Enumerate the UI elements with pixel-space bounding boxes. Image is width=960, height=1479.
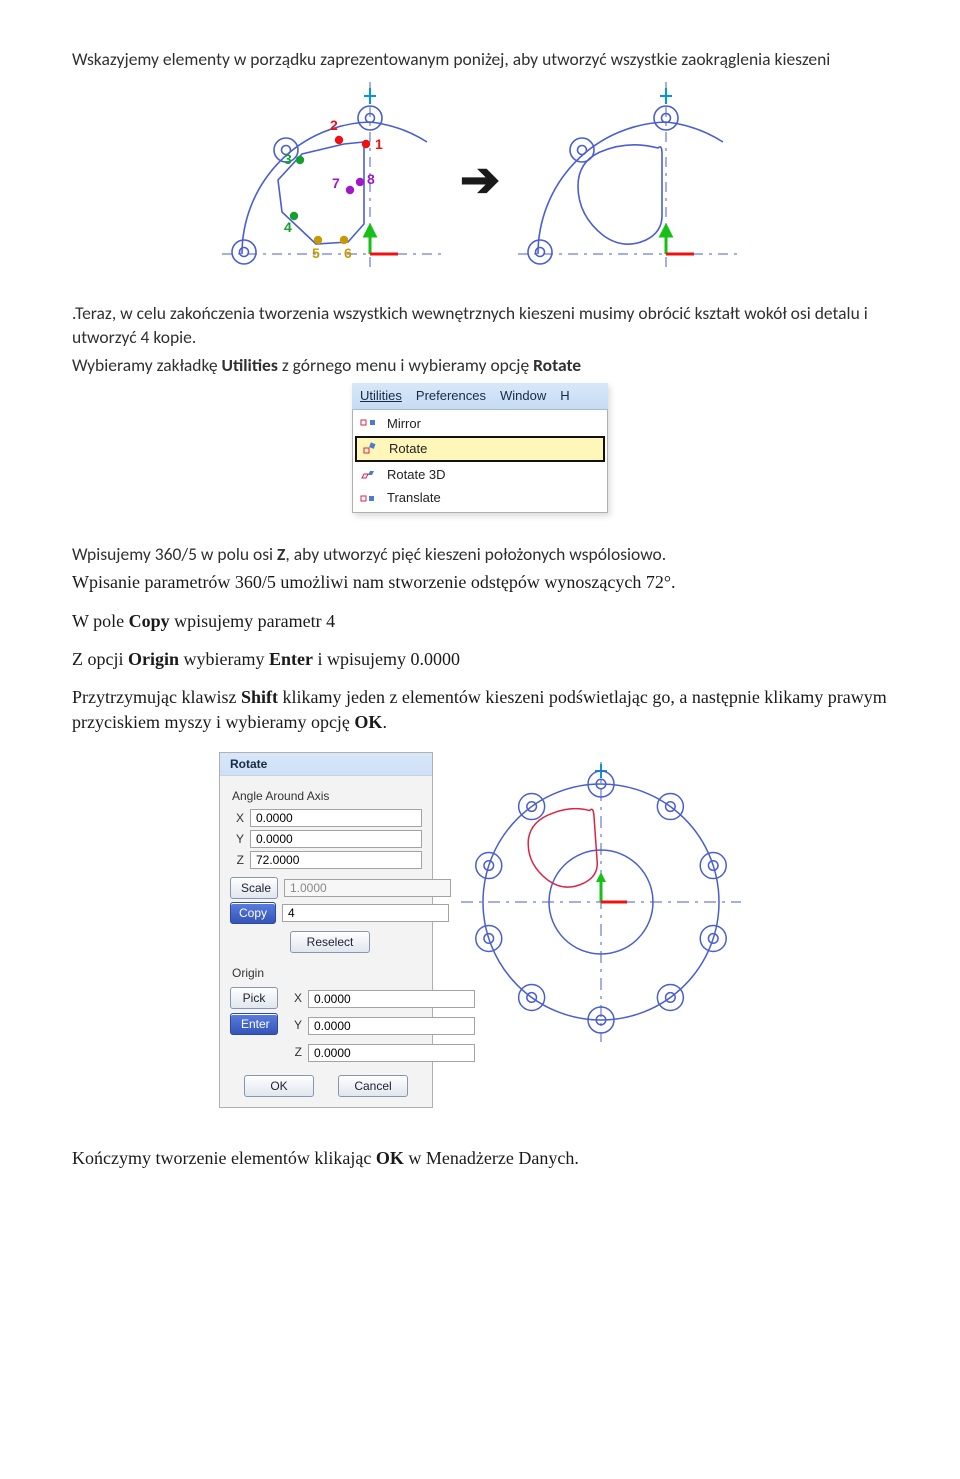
- svg-text:3: 3: [284, 151, 292, 167]
- menu-item-rotate[interactable]: Rotate: [355, 436, 605, 462]
- menu-bar: Utilities Preferences Window H: [352, 383, 608, 410]
- svg-text:1: 1: [375, 136, 383, 152]
- menu-item-label: Rotate: [389, 440, 427, 458]
- menu-utilities[interactable]: Utilities: [360, 387, 402, 405]
- ok-button[interactable]: OK: [244, 1075, 314, 1097]
- utilities-dropdown: Mirror Rotate Rotate 3D Translate: [352, 410, 608, 513]
- angle-x-input[interactable]: [250, 809, 422, 827]
- paragraph-1: Wskazyjemy elementy w porządku zaprezent…: [72, 48, 888, 72]
- svg-text:7: 7: [332, 175, 340, 191]
- paragraph-3: Wybieramy zakładkę Utilities z górnego m…: [72, 354, 888, 378]
- axis-y-label: Y: [230, 831, 244, 847]
- svg-text:8: 8: [367, 171, 375, 187]
- svg-text:5: 5: [312, 245, 320, 261]
- copy-button[interactable]: Copy: [230, 902, 276, 924]
- scale-input[interactable]: [284, 879, 451, 897]
- paragraph-6: W pole Copy wpisujemy parametr 4: [72, 609, 888, 633]
- figure-utilities-menu: Utilities Preferences Window H Mirror Ro…: [72, 383, 888, 513]
- copy-input[interactable]: [282, 904, 449, 922]
- menu-item-label: Mirror: [387, 415, 421, 433]
- paragraph-4: Wpisujemy 360/5 w polu osi Z, aby utworz…: [72, 543, 888, 567]
- angle-y-input[interactable]: [250, 830, 422, 848]
- paragraph-7: Z opcji Origin wybieramy Enter i wpisuje…: [72, 647, 888, 671]
- svg-text:2: 2: [330, 117, 338, 133]
- menu-window[interactable]: Window: [500, 387, 546, 405]
- rotate-dialog: Rotate Angle Around Axis X Y Z Scale Cop…: [219, 752, 433, 1108]
- reselect-button[interactable]: Reselect: [290, 931, 370, 953]
- rotate3d-icon: [359, 467, 377, 483]
- origin-pick-button[interactable]: Pick: [230, 987, 278, 1009]
- menu-item-label: Translate: [387, 489, 441, 507]
- cancel-button[interactable]: Cancel: [338, 1075, 408, 1097]
- figure-rotate-panel-and-part: Rotate Angle Around Axis X Y Z Scale Cop…: [72, 752, 888, 1108]
- pocket-before: 1 2 3 4 5 6 7 8: [222, 82, 442, 279]
- origin-x-input[interactable]: [308, 990, 475, 1008]
- menu-item-translate[interactable]: Translate: [353, 486, 607, 510]
- figure-pocket-sequence: 1 2 3 4 5 6 7 8 ➔: [72, 82, 888, 279]
- origin-section-label: Origin: [232, 965, 422, 981]
- svg-text:6: 6: [344, 245, 352, 261]
- part-after-rotate: [461, 762, 741, 1049]
- menu-item-label: Rotate 3D: [387, 466, 446, 484]
- origin-z-input[interactable]: [308, 1044, 475, 1062]
- paragraph-9: Kończymy tworzenie elementów klikając OK…: [72, 1146, 888, 1170]
- menu-help[interactable]: H: [560, 387, 569, 405]
- menu-preferences[interactable]: Preferences: [416, 387, 486, 405]
- paragraph-5: Wpisanie parametrów 360/5 umożliwi nam s…: [72, 570, 888, 594]
- scale-button[interactable]: Scale: [230, 877, 278, 899]
- angle-section-label: Angle Around Axis: [232, 788, 422, 804]
- svg-text:4: 4: [284, 219, 292, 235]
- paragraph-8: Przytrzymując klawisz Shift klikamy jede…: [72, 685, 888, 734]
- paragraph-2: .Teraz, w celu zakończenia tworzenia wsz…: [72, 302, 888, 349]
- menu-item-mirror[interactable]: Mirror: [353, 412, 607, 436]
- origin-enter-button[interactable]: Enter: [230, 1013, 278, 1035]
- origin-y-input[interactable]: [308, 1017, 475, 1035]
- translate-icon: [359, 490, 377, 506]
- arrow-icon: ➔: [460, 156, 500, 204]
- menu-item-rotate3d[interactable]: Rotate 3D: [353, 463, 607, 487]
- axis-z-label: Z: [230, 852, 244, 868]
- axis-x-label: X: [230, 810, 244, 826]
- pocket-after: [518, 82, 738, 279]
- rotate-icon: [361, 441, 379, 457]
- mirror-icon: [359, 415, 377, 431]
- angle-z-input[interactable]: [250, 851, 422, 869]
- dialog-title: Rotate: [220, 753, 432, 776]
